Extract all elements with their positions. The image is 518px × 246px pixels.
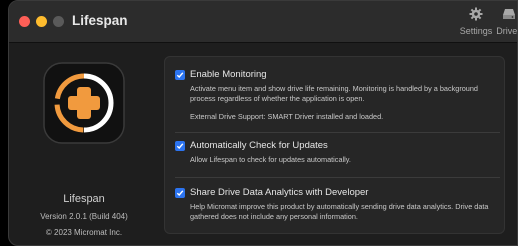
zoom-button[interactable] — [53, 16, 64, 27]
gear-icon — [459, 7, 493, 25]
minimize-button[interactable] — [36, 16, 47, 27]
divider — [175, 177, 500, 178]
app-version: Version 2.0.1 (Build 404) — [40, 212, 128, 221]
checkmark-icon — [176, 189, 184, 196]
enable-monitoring-checkbox[interactable] — [175, 69, 185, 80]
auto-update-description: Allow Lifespan to check for updates auto… — [190, 155, 351, 164]
close-button[interactable] — [19, 16, 30, 27]
title-bar: Lifespan Settings Drive — [9, 1, 517, 43]
external-drive-support-text: External Drive Support: SMART Driver ins… — [190, 112, 384, 121]
settings-label: Settings — [459, 26, 493, 36]
option-enable-monitoring: Enable Monitoring Activate menu item and… — [175, 69, 500, 121]
option-share-analytics: Share Drive Data Analytics with Develope… — [175, 187, 500, 222]
divider — [175, 132, 500, 133]
auto-update-checkbox[interactable] — [175, 140, 185, 151]
option-auto-update: Automatically Check for Updates Allow Li… — [175, 140, 500, 165]
app-copyright: © 2023 Micromat Inc. — [45, 228, 123, 237]
checkmark-icon — [176, 71, 184, 78]
share-analytics-description: Help Micromat improve this product by au… — [190, 202, 489, 221]
drives-label: Drives — [496, 26, 518, 36]
app-name: Lifespan — [63, 193, 105, 205]
share-analytics-label[interactable]: Share Drive Data Analytics with Develope… — [190, 187, 368, 198]
lifespan-app-icon — [43, 62, 125, 144]
enable-monitoring-description: Activate menu item and show drive life r… — [190, 84, 478, 103]
drive-icon — [493, 7, 517, 25]
settings-panel: Enable Monitoring Activate menu item and… — [164, 56, 505, 234]
about-sidebar: Lifespan Version 2.0.1 (Build 404) © 202… — [9, 43, 159, 245]
checkmark-icon — [176, 142, 184, 149]
share-analytics-checkbox[interactable] — [175, 187, 185, 198]
drives-toolbar-button[interactable]: Drives — [493, 7, 518, 36]
window-title: Lifespan — [72, 13, 128, 28]
settings-toolbar-button[interactable]: Settings — [459, 7, 493, 36]
enable-monitoring-label[interactable]: Enable Monitoring — [190, 69, 267, 80]
app-window: Lifespan Settings Drive Lifespan Version… — [8, 0, 518, 246]
auto-update-label[interactable]: Automatically Check for Updates — [190, 140, 328, 151]
